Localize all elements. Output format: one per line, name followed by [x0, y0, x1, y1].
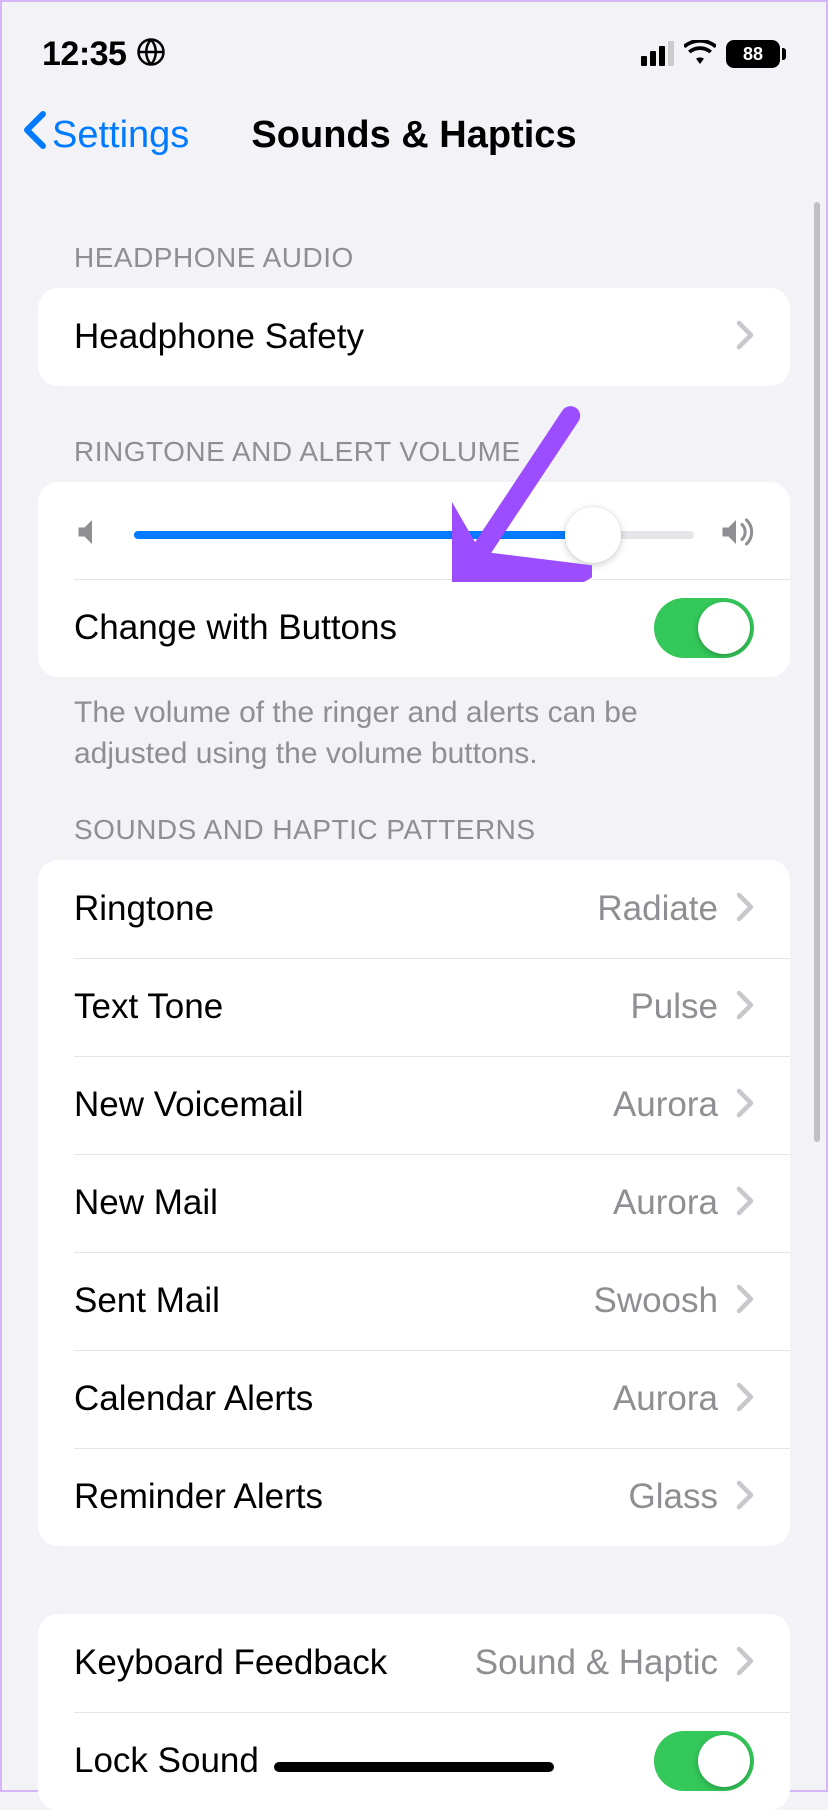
chevron-left-icon [22, 110, 48, 160]
group-headphone: Headphone Safety [38, 288, 790, 386]
chevron-right-icon [736, 1480, 754, 1515]
section-header-patterns: SOUNDS AND HAPTIC PATTERNS [38, 774, 790, 860]
cellular-signal-icon [641, 42, 674, 66]
row-headphone-safety[interactable]: Headphone Safety [38, 288, 790, 386]
section-footer-ringtone: The volume of the ringer and alerts can … [38, 677, 790, 774]
row-value: Radiate [597, 889, 718, 929]
back-button[interactable]: Settings [22, 110, 189, 160]
row-keyboard-feedback[interactable]: Keyboard Feedback Sound & Haptic [38, 1614, 790, 1712]
row-label: Keyboard Feedback [74, 1643, 387, 1683]
row-pattern[interactable]: Text Tone Pulse [38, 958, 790, 1056]
status-bar: 12:35 88 [2, 2, 826, 92]
row-value: Aurora [613, 1379, 718, 1419]
row-lock-sound[interactable]: Lock Sound [38, 1712, 790, 1810]
row-pattern[interactable]: Sent Mail Swoosh [38, 1252, 790, 1350]
status-left: 12:35 [42, 35, 166, 74]
chevron-right-icon [736, 990, 754, 1025]
location-globe-icon [136, 37, 166, 72]
row-value: Aurora [613, 1085, 718, 1125]
row-pattern[interactable]: New Voicemail Aurora [38, 1056, 790, 1154]
row-label: Lock Sound [74, 1741, 259, 1781]
speaker-min-icon [74, 514, 110, 555]
slider-fill [134, 531, 593, 539]
row-label: Headphone Safety [74, 317, 364, 357]
row-value: Swoosh [593, 1281, 718, 1321]
slider-thumb[interactable] [565, 507, 621, 563]
content: HEADPHONE AUDIO Headphone Safety RINGTON… [2, 192, 826, 1810]
row-value: Glass [629, 1477, 718, 1517]
speaker-max-icon [718, 514, 754, 555]
chevron-right-icon [736, 1186, 754, 1221]
row-value: Pulse [630, 987, 718, 1027]
section-header-headphone: HEADPHONE AUDIO [38, 192, 790, 288]
status-time: 12:35 [42, 35, 126, 74]
chevron-right-icon [736, 1088, 754, 1123]
row-pattern[interactable]: Ringtone Radiate [38, 860, 790, 958]
row-pattern[interactable]: Reminder Alerts Glass [38, 1448, 790, 1546]
row-label: Ringtone [74, 889, 214, 929]
group-ringtone: Change with Buttons [38, 482, 790, 677]
wifi-icon [684, 40, 716, 69]
row-label: Text Tone [74, 987, 223, 1027]
back-label: Settings [52, 114, 189, 157]
group-other: Keyboard Feedback Sound & Haptic Lock So… [38, 1614, 790, 1810]
row-label: New Mail [74, 1183, 218, 1223]
home-indicator[interactable] [274, 1762, 554, 1772]
volume-slider[interactable] [134, 531, 694, 539]
scroll-indicator[interactable] [814, 202, 820, 1142]
row-label: Change with Buttons [74, 608, 397, 648]
row-label: Calendar Alerts [74, 1379, 313, 1419]
volume-slider-row [38, 482, 790, 579]
row-pattern[interactable]: Calendar Alerts Aurora [38, 1350, 790, 1448]
change-with-buttons-switch[interactable] [654, 598, 754, 658]
chevron-right-icon [736, 892, 754, 927]
status-right: 88 [641, 40, 786, 69]
navigation-bar: Settings Sounds & Haptics [2, 92, 826, 192]
chevron-right-icon [736, 1382, 754, 1417]
row-value: Sound & Haptic [475, 1643, 718, 1683]
chevron-right-icon [736, 1646, 754, 1681]
switch-knob [698, 1735, 750, 1787]
row-label: Sent Mail [74, 1281, 220, 1321]
row-change-with-buttons[interactable]: Change with Buttons [38, 579, 790, 677]
row-pattern[interactable]: New Mail Aurora [38, 1154, 790, 1252]
row-label: New Voicemail [74, 1085, 304, 1125]
row-label: Reminder Alerts [74, 1477, 323, 1517]
section-header-ringtone: RINGTONE AND ALERT VOLUME [38, 386, 790, 482]
row-value: Aurora [613, 1183, 718, 1223]
lock-sound-switch[interactable] [654, 1731, 754, 1791]
switch-knob [698, 602, 750, 654]
chevron-right-icon [736, 320, 754, 355]
group-patterns: Ringtone Radiate Text Tone Pulse New Voicema… [38, 860, 790, 1546]
chevron-right-icon [736, 1284, 754, 1319]
battery-icon: 88 [726, 40, 786, 68]
